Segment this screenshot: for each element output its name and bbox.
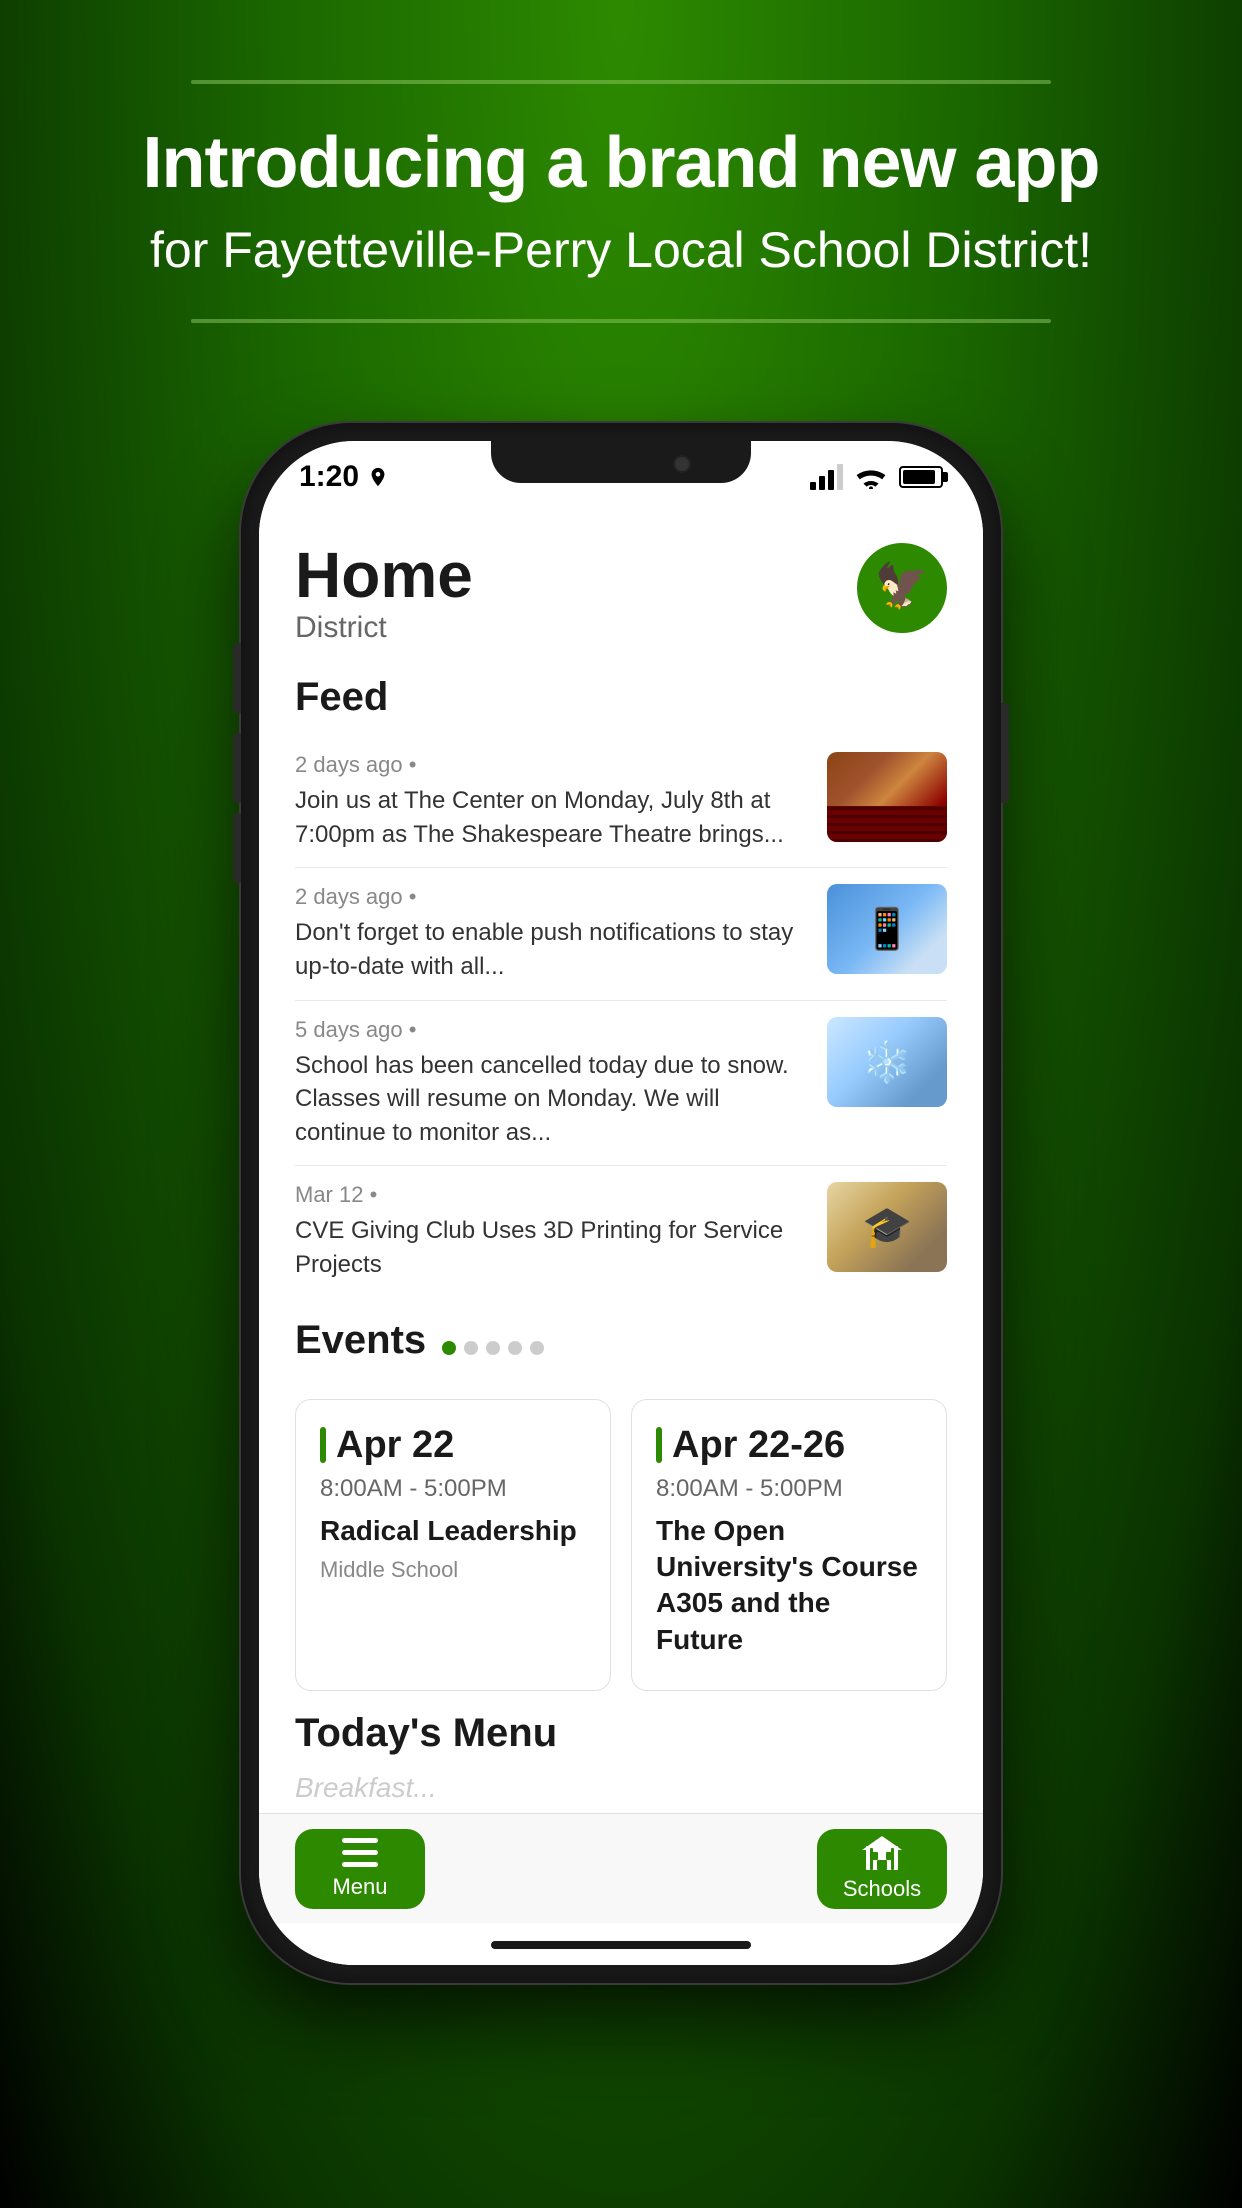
schools-icon (862, 1836, 902, 1870)
mascot-icon: 🦅 (860, 546, 944, 630)
feed-meta: Mar 12 • (295, 1182, 811, 1208)
status-right (810, 464, 943, 490)
feed-item[interactable]: 5 days ago • School has been cancelled t… (295, 1001, 947, 1167)
phone-frame: 1:20 (241, 423, 1001, 1983)
notch (491, 441, 751, 483)
header-text: Home District (295, 543, 473, 645)
snow-thumbnail (827, 1017, 947, 1107)
main-subheadline: for Fayetteville-Perry Local School Dist… (150, 221, 1092, 279)
feed-thumbnail (827, 884, 947, 974)
menu-label: Menu (332, 1874, 387, 1900)
event-name: Radical Leadership (320, 1513, 586, 1549)
home-indicator-area (259, 1923, 983, 1965)
feed-thumbnail (827, 1182, 947, 1272)
app-content: Home District 🦅 Feed (259, 513, 983, 1965)
feed-item[interactable]: 2 days ago • Join us at The Center on Mo… (295, 736, 947, 868)
event-time: 8:00AM - 5:00PM (656, 1475, 922, 1503)
event-date-line: Apr 22 (320, 1424, 586, 1467)
main-headline: Introducing a brand new app (142, 124, 1099, 203)
feed-item-text: 5 days ago • School has been cancelled t… (295, 1017, 811, 1150)
students-thumbnail (827, 1182, 947, 1272)
status-bar: 1:20 (259, 441, 983, 513)
menu-section: Today's Menu Breakfast... (259, 1691, 983, 1804)
schools-nav-button[interactable]: Schools (817, 1829, 947, 1909)
dot-4 (508, 1341, 522, 1355)
feed-item[interactable]: Mar 12 • CVE Giving Club Uses 3D Printin… (295, 1166, 947, 1297)
event-date: Apr 22 (336, 1424, 454, 1467)
menu-title: Today's Menu (295, 1711, 947, 1756)
page-title: Home (295, 543, 473, 607)
dot-5 (530, 1341, 544, 1355)
event-location: Middle School (320, 1557, 586, 1583)
feed-item-text: 2 days ago • Don't forget to enable push… (295, 884, 811, 983)
avatar[interactable]: 🦅 (857, 543, 947, 633)
feed-item-text: 2 days ago • Join us at The Center on Mo… (295, 752, 811, 851)
bottom-divider (191, 319, 1051, 323)
signal-icon (810, 464, 843, 490)
top-section: Introducing a brand new app for Fayettev… (0, 0, 1242, 363)
dot-3 (486, 1341, 500, 1355)
feed-meta: 2 days ago • (295, 752, 811, 778)
bottom-nav: Menu (259, 1813, 983, 1923)
svg-text:🦅: 🦅 (875, 560, 929, 611)
event-date: Apr 22-26 (672, 1424, 845, 1467)
wifi-icon (855, 465, 887, 489)
events-section: Events (259, 1298, 983, 1692)
feed-title: Feed (295, 675, 947, 720)
phone-screen: 1:20 (259, 441, 983, 1965)
feed-item-text: Mar 12 • CVE Giving Club Uses 3D Printin… (295, 1182, 811, 1281)
app-header: Home District 🦅 (259, 513, 983, 665)
location-icon (367, 466, 389, 488)
event-accent (656, 1427, 662, 1463)
event-card[interactable]: Apr 22 8:00AM - 5:00PM Radical Leadershi… (295, 1399, 611, 1692)
status-time: 1:20 (299, 460, 389, 494)
theater-thumbnail (827, 752, 947, 842)
feed-description: Don't forget to enable push notification… (295, 916, 811, 983)
events-pagination (442, 1341, 544, 1355)
schools-label: Schools (843, 1876, 921, 1902)
feed-thumbnail (827, 752, 947, 842)
feed-description: Join us at The Center on Monday, July 8t… (295, 784, 811, 851)
phone-thumbnail (827, 884, 947, 974)
feed-meta: 2 days ago • (295, 884, 811, 910)
home-indicator (491, 1941, 751, 1949)
camera-dot (673, 455, 691, 473)
feed-thumbnail (827, 1017, 947, 1107)
menu-nav-button[interactable]: Menu (295, 1829, 425, 1909)
menu-icon (342, 1838, 378, 1868)
events-cards: Apr 22 8:00AM - 5:00PM Radical Leadershi… (295, 1399, 947, 1692)
event-date-line: Apr 22-26 (656, 1424, 922, 1467)
event-card[interactable]: Apr 22-26 8:00AM - 5:00PM The Open Unive… (631, 1399, 947, 1692)
event-accent (320, 1427, 326, 1463)
top-divider (191, 80, 1051, 84)
feed-section: Feed 2 days ago • Join us at The Center … (259, 665, 983, 1297)
feed-description: School has been cancelled today due to s… (295, 1049, 811, 1150)
dot-2 (464, 1341, 478, 1355)
events-title: Events (295, 1318, 426, 1363)
battery-icon (899, 466, 943, 488)
feed-description: CVE Giving Club Uses 3D Printing for Ser… (295, 1214, 811, 1281)
dot-1 (442, 1341, 456, 1355)
feed-meta: 5 days ago • (295, 1017, 811, 1043)
phone-mockup: 1:20 (241, 423, 1001, 1983)
menu-placeholder: Breakfast... (295, 1772, 947, 1804)
events-header: Events (295, 1318, 947, 1379)
event-name: The Open University's Course A305 and th… (656, 1513, 922, 1659)
feed-item[interactable]: 2 days ago • Don't forget to enable push… (295, 868, 947, 1000)
event-time: 8:00AM - 5:00PM (320, 1475, 586, 1503)
district-label: District (295, 611, 473, 645)
